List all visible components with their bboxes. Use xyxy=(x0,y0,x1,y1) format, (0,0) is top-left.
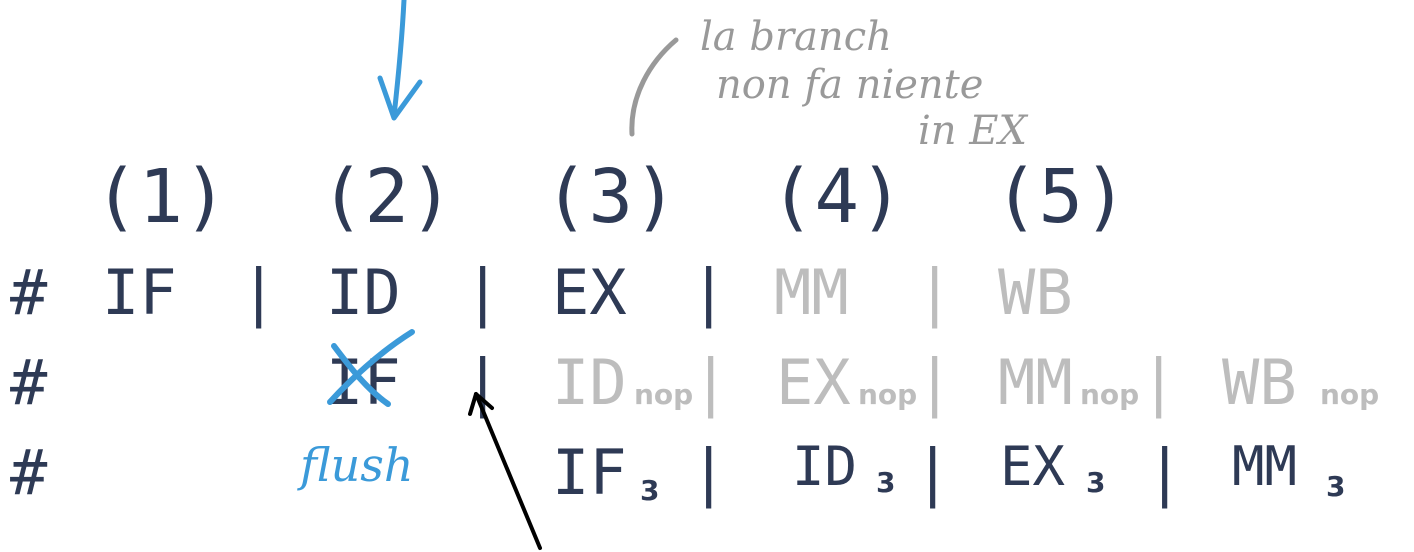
flush-crossout xyxy=(327,329,415,407)
annotation-strokes xyxy=(327,0,679,550)
note-leader-stroke xyxy=(629,37,679,137)
blue-down-arrow xyxy=(377,0,423,121)
black-up-arrow xyxy=(468,392,542,550)
pipeline-diagram: (1) (2) (3) (4) (5) # IF | ID | EX | MM … xyxy=(0,0,1414,552)
